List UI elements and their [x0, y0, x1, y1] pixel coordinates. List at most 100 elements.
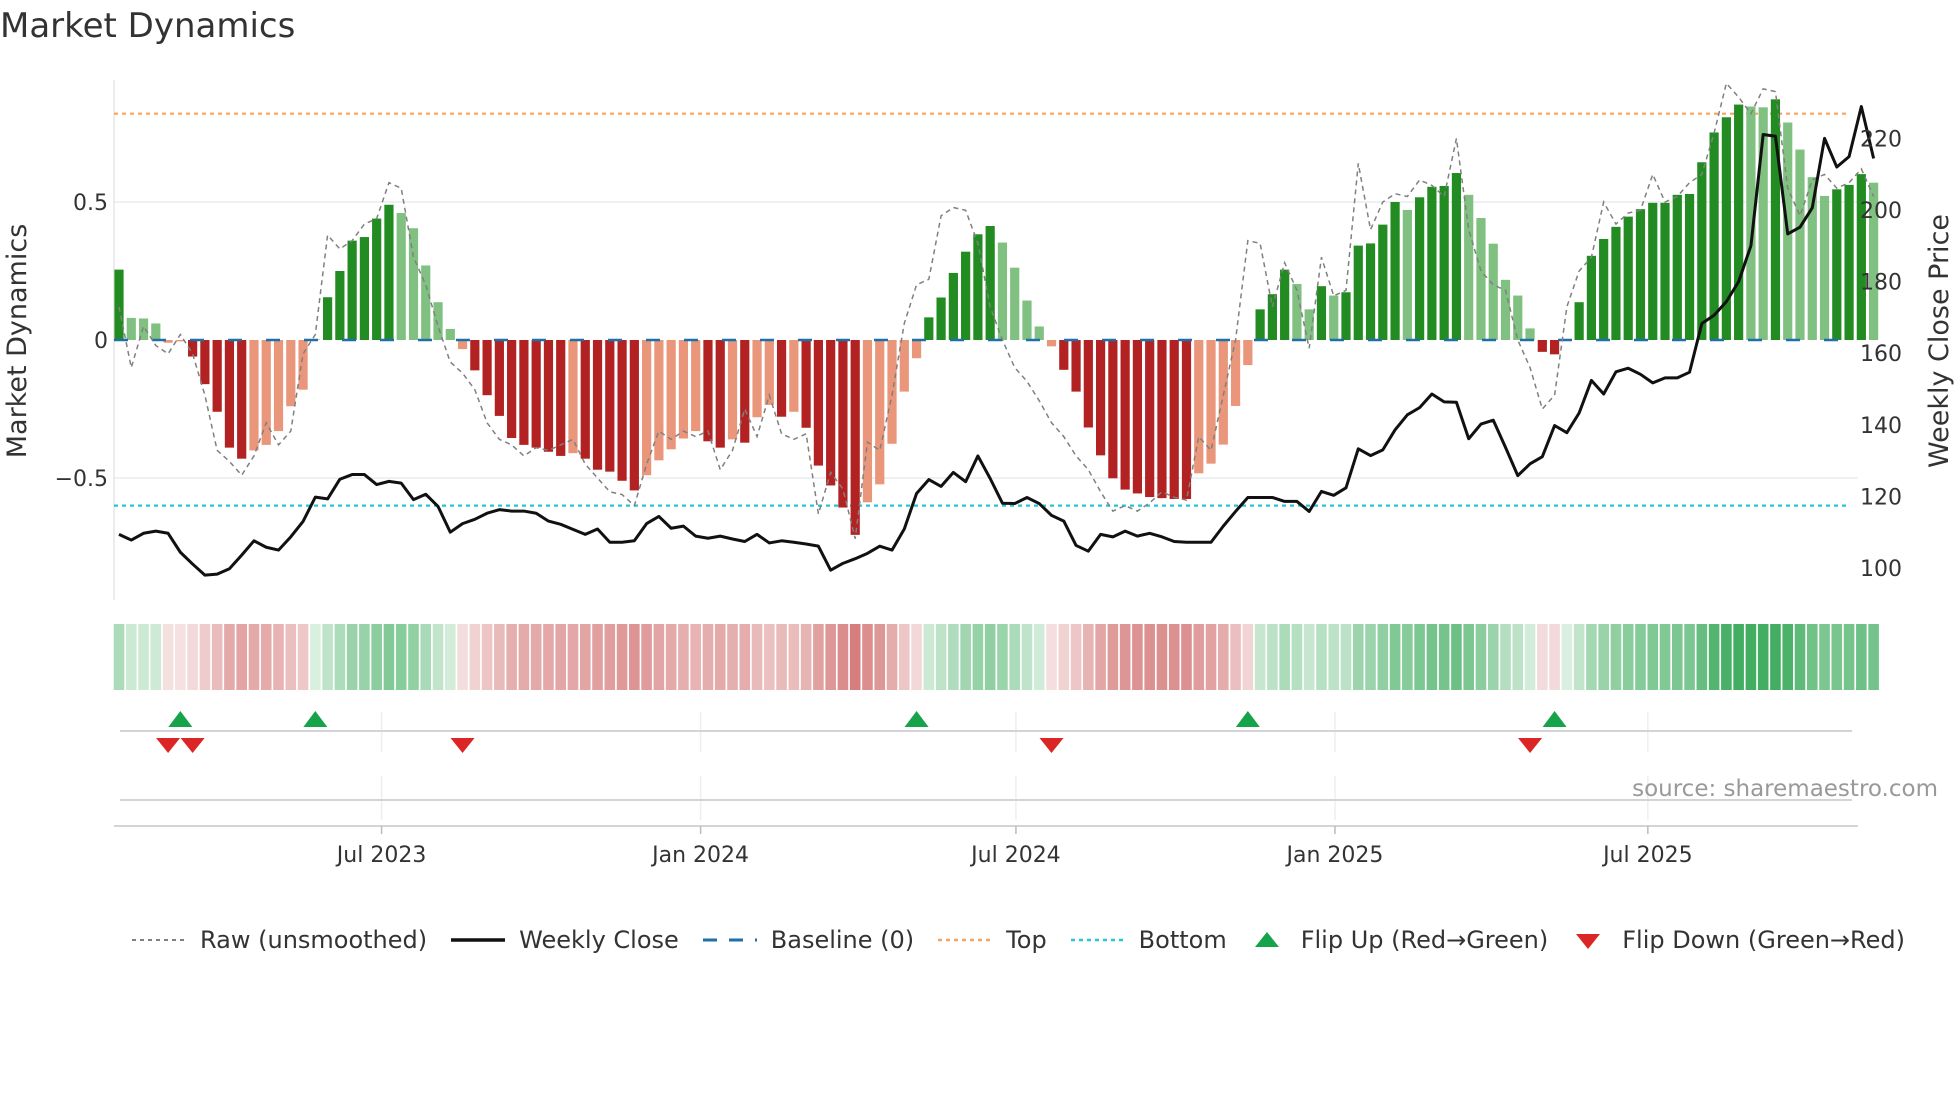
heat-cell	[543, 624, 554, 690]
dynamics-bar	[1341, 292, 1351, 340]
heat-cell	[395, 624, 407, 690]
heat-cell	[923, 624, 935, 690]
dynamics-bar	[1206, 340, 1216, 464]
dynamics-bar	[249, 340, 259, 451]
legend-label: Flip Down (Green→Red)	[1622, 926, 1905, 954]
heat-cell	[898, 624, 910, 690]
dynamics-bar	[1390, 202, 1400, 340]
dynamics-bar	[752, 340, 762, 418]
heat-cell	[1193, 624, 1205, 690]
dynamics-bar	[1672, 194, 1682, 340]
dynamics-bar	[494, 340, 504, 416]
heat-cell	[408, 624, 419, 690]
heat-cell	[604, 624, 616, 690]
heat-cell	[1254, 624, 1266, 690]
legend-label: Flip Up (Red→Green)	[1300, 926, 1549, 954]
heat-cell	[1524, 624, 1536, 690]
heat-cell	[371, 624, 382, 690]
heat-cell	[125, 624, 137, 690]
x-axis: Jul 2023 Jan 2024 Jul 2024 Jan 2025 Jul 2025	[114, 825, 1858, 868]
dynamics-bar	[1120, 340, 1130, 490]
heat-cell	[1205, 624, 1217, 690]
dynamics-bar	[1132, 340, 1143, 494]
dynamics-bar	[605, 340, 615, 472]
heat-cell	[739, 624, 751, 690]
dynamics-bar	[1108, 340, 1118, 479]
dynamics-bar	[1378, 224, 1388, 340]
dynamics-bar	[1267, 294, 1277, 340]
dynamics-bar	[322, 297, 333, 340]
heat-cell	[481, 624, 493, 690]
legend-swatch-close-icon	[451, 938, 506, 942]
heat-cell	[1279, 624, 1290, 690]
heat-cell	[592, 624, 603, 690]
heat-cell	[1021, 624, 1033, 690]
legend-item-bottom: Bottom	[1069, 926, 1227, 954]
legend: Raw (unsmoothed) Weekly Close Baseline (0)…	[130, 926, 1927, 954]
dynamics-bar	[740, 340, 750, 443]
dynamics-bar	[1427, 186, 1437, 340]
heat-cell	[751, 624, 763, 690]
heat-cell	[776, 624, 787, 690]
dynamics-bar	[1145, 340, 1155, 498]
heat-cell	[1267, 624, 1278, 690]
heat-strip	[113, 624, 1879, 690]
heat-cell	[1856, 624, 1867, 690]
heat-cell	[1622, 624, 1634, 690]
heat-cell	[1083, 624, 1094, 690]
legend-swatch-flipup-icon	[1254, 932, 1279, 947]
heat-cell	[322, 624, 333, 690]
dynamics-bar	[654, 340, 664, 461]
heat-cell	[138, 624, 149, 690]
heat-cell	[678, 624, 689, 690]
heat-cell	[629, 624, 640, 690]
dynamics-bar	[813, 340, 823, 466]
heat-cell	[1144, 624, 1155, 690]
legend-swatch-baseline-icon	[702, 938, 757, 942]
heat-cell	[1721, 624, 1732, 690]
dynamics-bar	[482, 340, 492, 396]
flip-up-marker	[1542, 711, 1567, 727]
legend-swatch-bottom-icon	[1070, 938, 1125, 942]
dynamics-bar	[200, 340, 210, 385]
heat-cell	[236, 624, 247, 690]
heat-cell	[1365, 624, 1376, 690]
heat-cell	[1316, 624, 1327, 690]
x-tick-label: Jul 2023	[335, 843, 427, 868]
dynamics-bar	[1230, 340, 1241, 406]
dynamics-bar	[1476, 218, 1486, 340]
heat-cell	[1745, 624, 1757, 690]
dynamics-bar	[1500, 279, 1511, 340]
heat-cell	[665, 624, 677, 690]
heat-cell	[714, 624, 726, 690]
dynamics-bar	[1243, 340, 1253, 366]
dynamics-bar	[1697, 162, 1707, 340]
heat-cell	[260, 624, 272, 690]
heat-cell	[948, 624, 959, 690]
heat-cell	[1770, 624, 1781, 690]
legend-label: Weekly Close	[519, 926, 679, 954]
dynamics-bar	[924, 317, 934, 340]
y-right-tick-label: 120	[1860, 485, 1902, 510]
heat-cell	[788, 624, 800, 690]
heat-cell	[420, 624, 432, 690]
dynamics-bar	[691, 340, 701, 432]
dynamics-bar	[1660, 202, 1670, 340]
heat-cell	[211, 624, 223, 690]
dynamics-bar	[1648, 202, 1658, 340]
heat-cell	[1463, 624, 1474, 690]
dynamics-bar	[1635, 209, 1646, 340]
dynamics-bar	[1832, 189, 1842, 340]
heat-cell	[248, 624, 260, 690]
heat-cell	[1537, 624, 1548, 690]
y-left-tick-label: 0.5	[73, 191, 108, 216]
legend-item-flipdown: Flip Down (Green→Red)	[1570, 926, 1905, 954]
y-right-tick-label: 100	[1860, 557, 1902, 582]
dynamics-bar	[776, 340, 787, 417]
heat-cell	[506, 624, 517, 690]
heat-cell	[1070, 624, 1082, 690]
heat-cell	[849, 624, 861, 690]
legend-swatch-flipdown-icon	[1576, 934, 1601, 949]
heat-cell	[1831, 624, 1843, 690]
dynamics-bar	[408, 228, 419, 340]
